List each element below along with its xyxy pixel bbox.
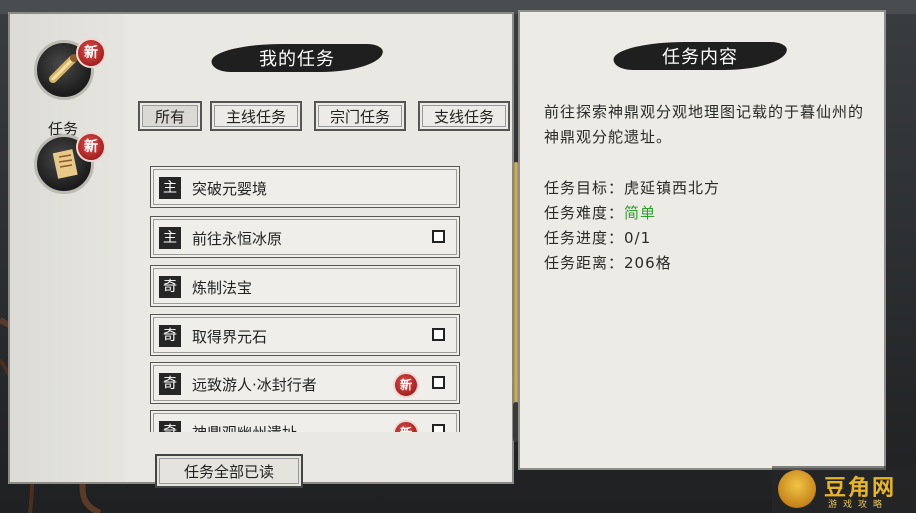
new-badge: 新: [76, 38, 106, 68]
task-description: 前往探索神鼎观分观地理图记载的于暮仙州的神鼎观分舵遗址。: [544, 103, 865, 146]
task-checkbox[interactable]: [432, 376, 445, 389]
tab-all[interactable]: 所有: [138, 101, 202, 131]
tab-side-quests[interactable]: 支线任务: [418, 101, 510, 131]
task-objective: 任务目标：虎延镇西北方: [544, 179, 721, 197]
task-type-tag: 主: [159, 227, 181, 249]
task-name: 前往永恒冰原: [192, 230, 283, 248]
watermark: 豆角网 游戏攻略: [772, 466, 916, 513]
task-name: 远致游人·冰封行者: [192, 376, 317, 394]
difficulty-value: 简单: [624, 204, 657, 222]
task-detail-panel: 任务内容 前往探索神鼎观分观地理图记载的于暮仙州的神鼎观分舵遗址。 任务目标：虎…: [518, 10, 886, 470]
task-progress: 任务进度：0/1: [544, 229, 652, 247]
task-distance: 任务距离：206格: [544, 254, 672, 272]
task-type-tag: 奇: [159, 276, 181, 298]
task-checkbox[interactable]: [432, 230, 445, 243]
task-item[interactable]: 奇 取得界元石: [150, 314, 460, 356]
task-type-tag: 主: [159, 177, 181, 199]
task-name: 取得界元石: [192, 328, 268, 346]
tab-main-quests[interactable]: 主线任务: [210, 101, 302, 131]
new-badge: 新: [393, 372, 419, 398]
watermark-subtext: 游戏攻略: [828, 500, 889, 510]
task-list[interactable]: 主 突破元婴境 主 前往永恒冰原 奇 炼制法宝 奇 取得界元石 奇 远致游人·冰…: [150, 152, 480, 432]
task-name: 突破元婴境: [192, 180, 268, 198]
task-name: 炼制法宝: [192, 279, 253, 297]
mark-all-read-button[interactable]: 任务全部已读: [155, 454, 303, 488]
task-item[interactable]: 奇 远致游人·冰封行者 新: [150, 362, 460, 404]
difficulty-label: 任务难度：: [544, 204, 625, 222]
new-badge: 新: [76, 132, 106, 162]
task-item[interactable]: 奇 神鼎观幽州遗址 新: [150, 410, 460, 432]
my-tasks-title: 我的任务: [212, 40, 382, 76]
watermark-logo-icon: [778, 470, 816, 508]
task-type-tag: 奇: [159, 373, 181, 395]
task-name: 神鼎观幽州遗址: [192, 422, 297, 432]
task-type-tag: 奇: [159, 421, 181, 432]
task-content-title: 任务内容: [614, 38, 786, 74]
task-type-tag: 奇: [159, 325, 181, 347]
task-difficulty: 任务难度：简单: [544, 202, 656, 223]
task-checkbox[interactable]: [432, 424, 445, 432]
task-item[interactable]: 主 突破元婴境: [150, 166, 460, 208]
task-item[interactable]: 主 前往永恒冰原: [150, 216, 460, 258]
task-checkbox[interactable]: [432, 328, 445, 341]
task-item[interactable]: 奇 炼制法宝: [150, 265, 460, 307]
new-badge: 新: [393, 420, 419, 432]
tab-sect-quests[interactable]: 宗门任务: [314, 101, 406, 131]
